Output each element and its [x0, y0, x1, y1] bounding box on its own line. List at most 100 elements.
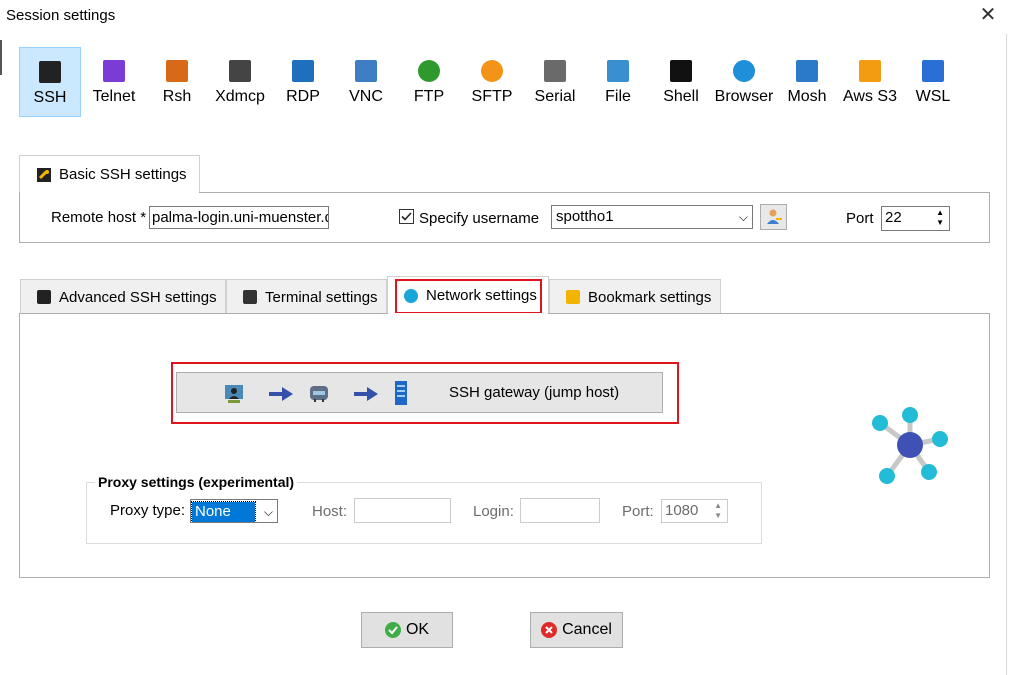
toolbar-button-telnet[interactable]: Telnet	[83, 47, 145, 117]
tab-label: Bookmark settings	[588, 288, 712, 306]
proxy-port-spinner[interactable]: 1080 ▲ ▼	[661, 499, 728, 523]
toolbar-label: SFTP	[471, 88, 513, 105]
rdp-icon	[292, 60, 314, 82]
toolbar-button-shell[interactable]: Shell	[650, 47, 712, 117]
ftp-globe-icon	[418, 60, 440, 82]
toolbar-label: Serial	[534, 88, 576, 105]
aws-s3-cubes-icon	[859, 60, 881, 82]
proxy-port-value: 1080	[665, 502, 699, 519]
ssh-gateway-button[interactable]: SSH gateway (jump host)	[176, 372, 663, 413]
toolbar-button-sftp[interactable]: SFTP	[461, 47, 523, 117]
specify-username-checkbox[interactable]	[399, 209, 414, 224]
toolbar-label: Rsh	[162, 88, 192, 105]
active-tab-joint	[388, 313, 548, 315]
toolbar-button-rdp[interactable]: RDP	[272, 47, 334, 117]
telnet-icon	[103, 60, 125, 82]
toolbar-label: FTP	[413, 88, 445, 105]
toolbar-label: RDP	[286, 88, 320, 105]
username-select[interactable]: spottho1 ⌵	[551, 205, 753, 229]
toolbar-button-file[interactable]: File	[587, 47, 649, 117]
ok-label: OK	[405, 621, 430, 638]
cancel-label: Cancel	[562, 621, 612, 638]
serial-plug-icon	[544, 60, 566, 82]
mosh-antenna-icon	[796, 60, 818, 82]
toolbar-label: Mosh	[787, 88, 827, 105]
xdmcp-icon	[229, 60, 251, 82]
remote-host-input[interactable]: palma-login.uni-muenster.d	[149, 206, 329, 229]
toolbar-label: WSL	[915, 88, 951, 105]
toolbar-button-browser[interactable]: Browser	[713, 47, 775, 117]
proxy-port-label: Port:	[622, 503, 654, 520]
file-monitor-icon	[607, 60, 629, 82]
toolbar-button-xdmcp[interactable]: Xdmcp	[209, 47, 271, 117]
toolbar-label: File	[605, 88, 631, 105]
router-icon	[310, 386, 328, 402]
proxy-host-input[interactable]	[354, 498, 451, 523]
check-circle-icon	[384, 622, 401, 638]
spinner-arrows-icon[interactable]: ▲ ▼	[936, 208, 944, 228]
rsh-icon	[166, 60, 188, 82]
tab-joint	[20, 192, 199, 194]
remote-host-label: Remote host *	[51, 209, 147, 226]
shell-terminal-icon	[670, 60, 692, 82]
ok-button[interactable]: OK	[361, 612, 453, 648]
sftp-globe-icon	[481, 60, 503, 82]
proxy-type-select[interactable]: None ⌵	[190, 499, 278, 523]
toolbar-label: SSH	[33, 89, 67, 106]
toolbar-button-ssh[interactable]: SSH	[19, 47, 81, 117]
vnc-icon	[355, 60, 377, 82]
proxy-type-value: None	[191, 501, 256, 522]
cancel-button[interactable]: Cancel	[530, 612, 623, 648]
tab-label: Basic SSH settings	[59, 166, 187, 183]
ssh-gateway-label: SSH gateway (jump host)	[449, 384, 620, 401]
toolbar-button-vnc[interactable]: VNC	[335, 47, 397, 117]
toolbar-button-ftp[interactable]: FTP	[398, 47, 460, 117]
arrow-right-icon	[354, 387, 378, 401]
window-edge-left	[0, 40, 2, 75]
wrench-icon	[37, 290, 51, 304]
port-value: 22	[885, 209, 902, 226]
wrench-icon	[37, 167, 51, 182]
browser-globe-icon	[733, 60, 755, 82]
close-button[interactable]: ✕	[978, 4, 998, 26]
port-label: Port	[846, 210, 874, 227]
toolbar-label: Telnet	[92, 88, 136, 105]
ssh-key-icon	[39, 61, 61, 83]
wsl-windows-icon	[922, 60, 944, 82]
toolbar-label: Aws S3	[843, 88, 897, 105]
arrow-right-icon	[269, 387, 293, 401]
tab-baseline	[200, 192, 989, 193]
tab-advanced-ssh-settings[interactable]: Advanced SSH settings	[20, 279, 226, 314]
toolbar-label: Xdmcp	[215, 88, 265, 105]
proxy-host-label: Host:	[312, 503, 348, 520]
cancel-circle-icon	[541, 622, 558, 638]
tab-terminal-settings[interactable]: Terminal settings	[226, 279, 387, 314]
toolbar-button-rsh[interactable]: Rsh	[146, 47, 208, 117]
username-value: spottho1	[556, 208, 614, 225]
terminal-icon	[243, 290, 257, 304]
toolbar-button-aws-s3[interactable]: Aws S3	[839, 47, 901, 117]
chevron-down-icon: ⌵	[263, 505, 273, 519]
user-key-icon	[766, 209, 782, 224]
star-icon	[566, 290, 580, 304]
port-spinner[interactable]: 22 ▲ ▼	[881, 206, 950, 231]
tab-label: Terminal settings	[265, 288, 378, 306]
toolbar-button-serial[interactable]: Serial	[524, 47, 586, 117]
server-icon	[395, 381, 407, 405]
toolbar-button-wsl[interactable]: WSL	[902, 47, 964, 117]
tab-label: Advanced SSH settings	[59, 288, 217, 306]
computer-user-icon	[225, 385, 243, 403]
window-title: Session settings	[6, 7, 116, 24]
user-credentials-button[interactable]	[760, 204, 787, 230]
window-edge	[1006, 34, 1007, 675]
proxy-login-label: Login:	[473, 503, 514, 520]
proxy-settings-title: Proxy settings (experimental)	[95, 474, 298, 490]
proxy-login-input[interactable]	[520, 498, 600, 523]
tab-bookmark-settings[interactable]: Bookmark settings	[549, 279, 721, 314]
spinner-arrows-icon[interactable]: ▲ ▼	[714, 501, 722, 521]
toolbar-label: Browser	[714, 88, 774, 105]
toolbar-label: Shell	[663, 88, 699, 105]
proxy-type-label: Proxy type:	[110, 502, 186, 519]
toolbar-button-mosh[interactable]: Mosh	[776, 47, 838, 117]
tab-basic-ssh-settings[interactable]: Basic SSH settings	[19, 155, 200, 193]
